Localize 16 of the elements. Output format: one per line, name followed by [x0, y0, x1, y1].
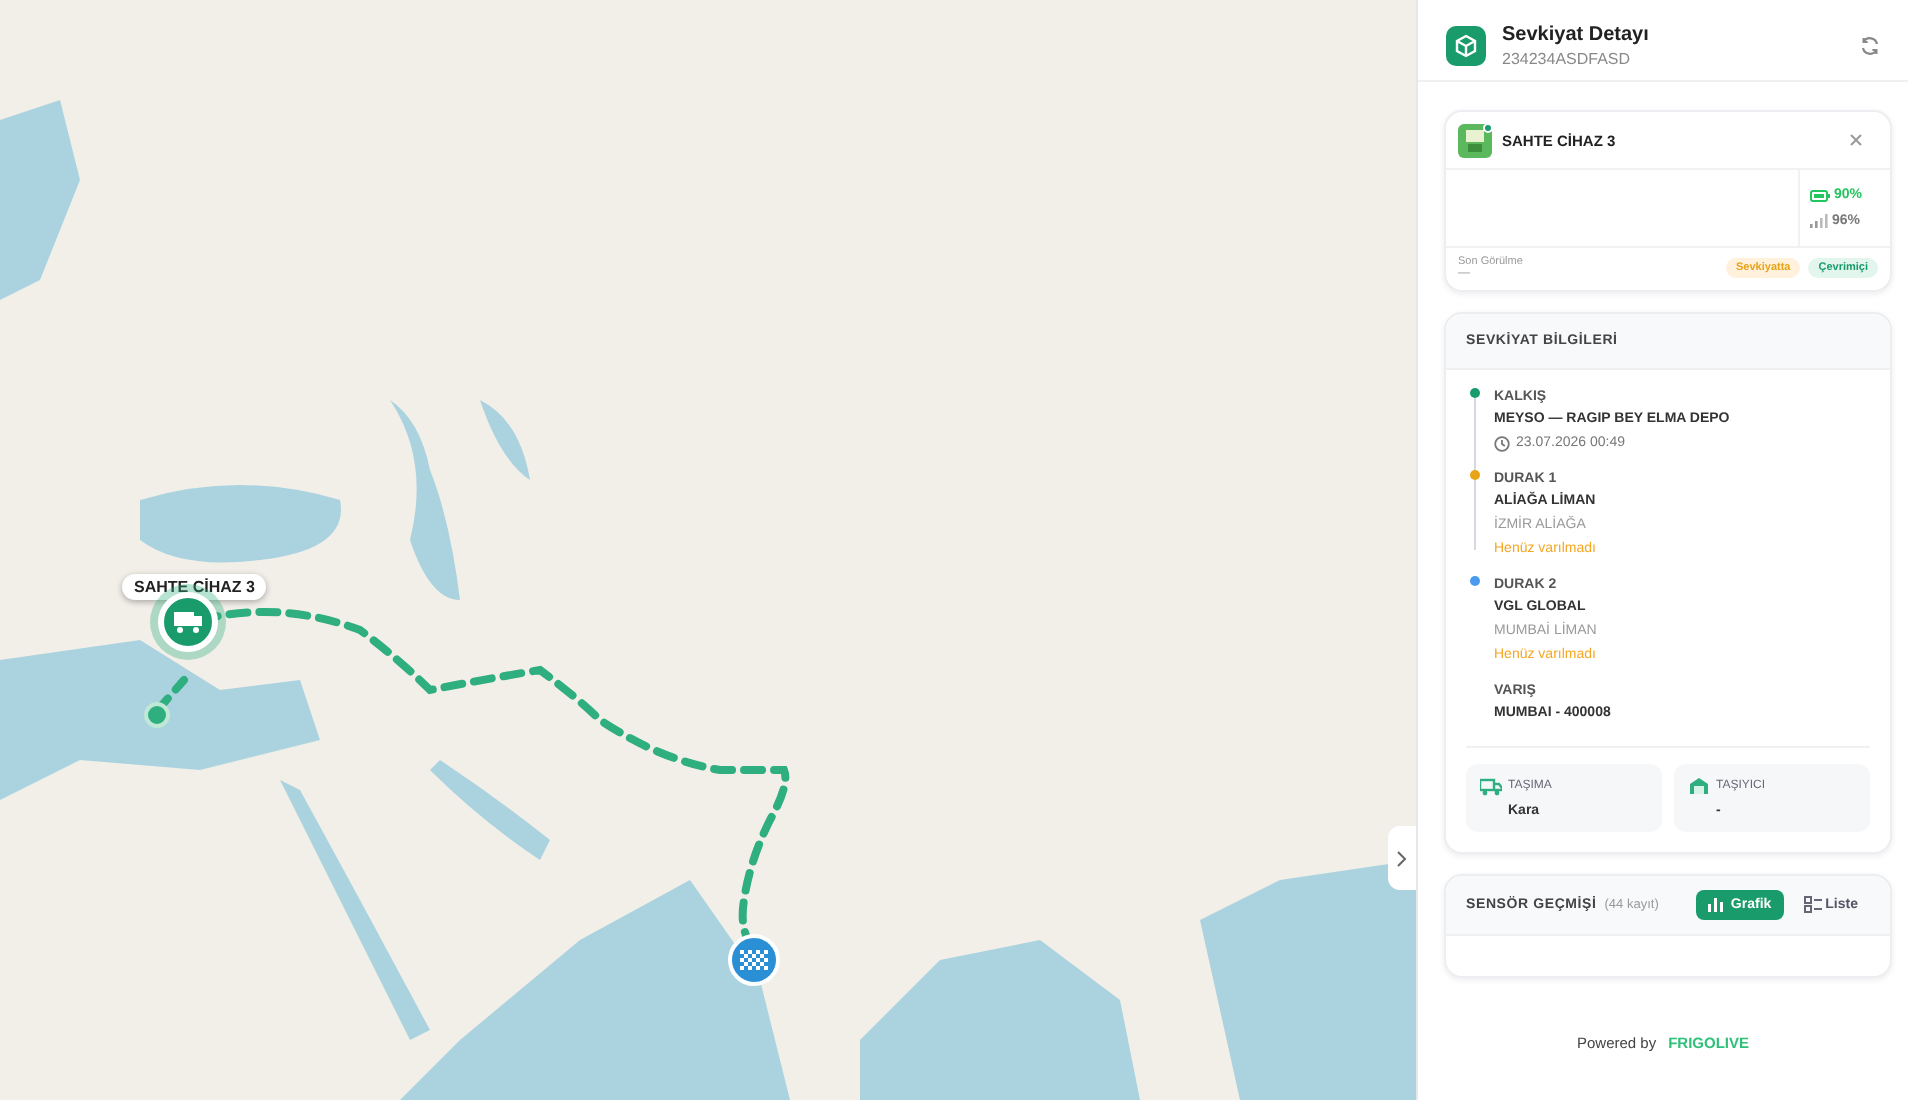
panel-title: Sevkiyat Detayı [1502, 23, 1651, 45]
marker-label: SAHTE CİHAZ 3 [122, 574, 267, 600]
close-icon [1850, 134, 1862, 146]
list-icon [1803, 896, 1822, 914]
battery-icon [1810, 189, 1830, 201]
collapse-panel-button[interactable] [1388, 826, 1416, 890]
device-icon [1458, 123, 1492, 157]
clock-icon [1494, 436, 1510, 452]
refresh-icon[interactable] [1860, 35, 1880, 55]
building-icon [1688, 776, 1710, 796]
signal-icon [1810, 214, 1828, 228]
bar-chart-icon [1708, 896, 1727, 914]
box-icon [1446, 25, 1486, 65]
truck-icon [1480, 776, 1502, 796]
chevron-icon [1396, 849, 1408, 867]
shipment-code: 234234ASDFASD [1502, 49, 1633, 67]
